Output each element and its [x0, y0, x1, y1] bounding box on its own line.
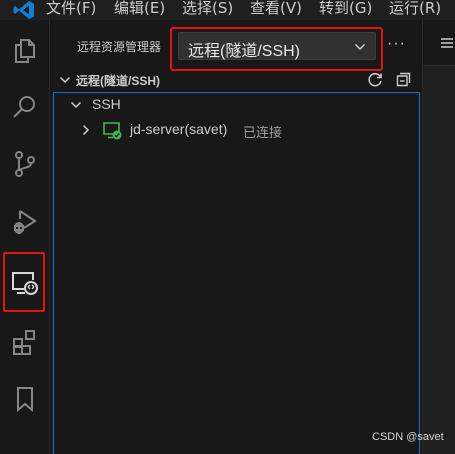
remote-tree: SSH jd-server(savet) 已连接	[53, 92, 420, 454]
source-control-button[interactable]	[0, 140, 50, 188]
run-debug-button[interactable]	[0, 198, 50, 246]
remote-type-select-value: 远程(隧道/SSH)	[188, 43, 301, 60]
source-control-icon	[15, 151, 35, 177]
search-button[interactable]	[0, 83, 50, 131]
refresh-icon[interactable]	[367, 71, 384, 88]
server-status: 已连接	[243, 125, 283, 140]
menu-go[interactable]: 转到(G)	[319, 0, 372, 20]
menu-file[interactable]: 文件(F)	[46, 0, 96, 20]
remote-type-select[interactable]: 远程(隧道/SSH)	[178, 32, 376, 60]
remote-explorer-sidebar: 远程资源管理器 远程(隧道/SSH) ··· 远程(隧道/SSH) SSH jd…	[51, 20, 422, 454]
server-name: jd-server(savet)	[130, 121, 228, 137]
chevron-down-icon	[70, 101, 82, 109]
vscode-logo-icon[interactable]	[12, 0, 36, 20]
menu-run[interactable]: 运行(R)	[389, 0, 441, 20]
editor-area	[422, 20, 455, 454]
section-header[interactable]: 远程(隧道/SSH)	[51, 68, 422, 90]
run-debug-icon	[14, 210, 37, 234]
tree-group-label: SSH	[92, 96, 121, 112]
bookmarks-button[interactable]	[0, 375, 50, 423]
activity-bar	[0, 20, 50, 454]
tree-group-ssh[interactable]: SSH	[54, 93, 419, 117]
remote-connected-icon	[103, 122, 122, 140]
menu-selection[interactable]: 选择(S)	[182, 0, 233, 20]
collapse-all-icon[interactable]	[395, 71, 412, 88]
search-icon	[13, 96, 35, 118]
watermark: CSDN @savet	[372, 431, 444, 443]
bookmark-icon	[17, 387, 33, 413]
chevron-down-icon	[354, 43, 366, 51]
explorer-button[interactable]	[0, 26, 50, 74]
menu-lines-icon[interactable]	[440, 36, 454, 50]
files-icon	[15, 39, 35, 63]
remote-explorer-icon	[12, 272, 38, 295]
menu-bar: 文件(F) 编辑(E) 选择(S) 查看(V) 转到(G) 运行(R)	[0, 0, 455, 20]
menu-edit[interactable]: 编辑(E)	[114, 0, 165, 20]
editor-tab-bar	[423, 20, 455, 66]
sidebar-title: 远程资源管理器	[77, 40, 162, 54]
chevron-right-icon	[82, 124, 90, 136]
sidebar-header: 远程资源管理器 远程(隧道/SSH) ···	[51, 20, 422, 71]
tree-item-server[interactable]: jd-server(savet) 已连接	[54, 118, 419, 142]
extensions-button[interactable]	[0, 318, 50, 366]
chevron-down-icon	[59, 76, 71, 84]
extensions-icon	[13, 330, 35, 355]
remote-explorer-button[interactable]	[3, 252, 45, 312]
section-title: 远程(隧道/SSH)	[76, 74, 161, 88]
menu-view[interactable]: 查看(V)	[250, 0, 302, 20]
more-actions-icon[interactable]: ···	[387, 36, 406, 52]
